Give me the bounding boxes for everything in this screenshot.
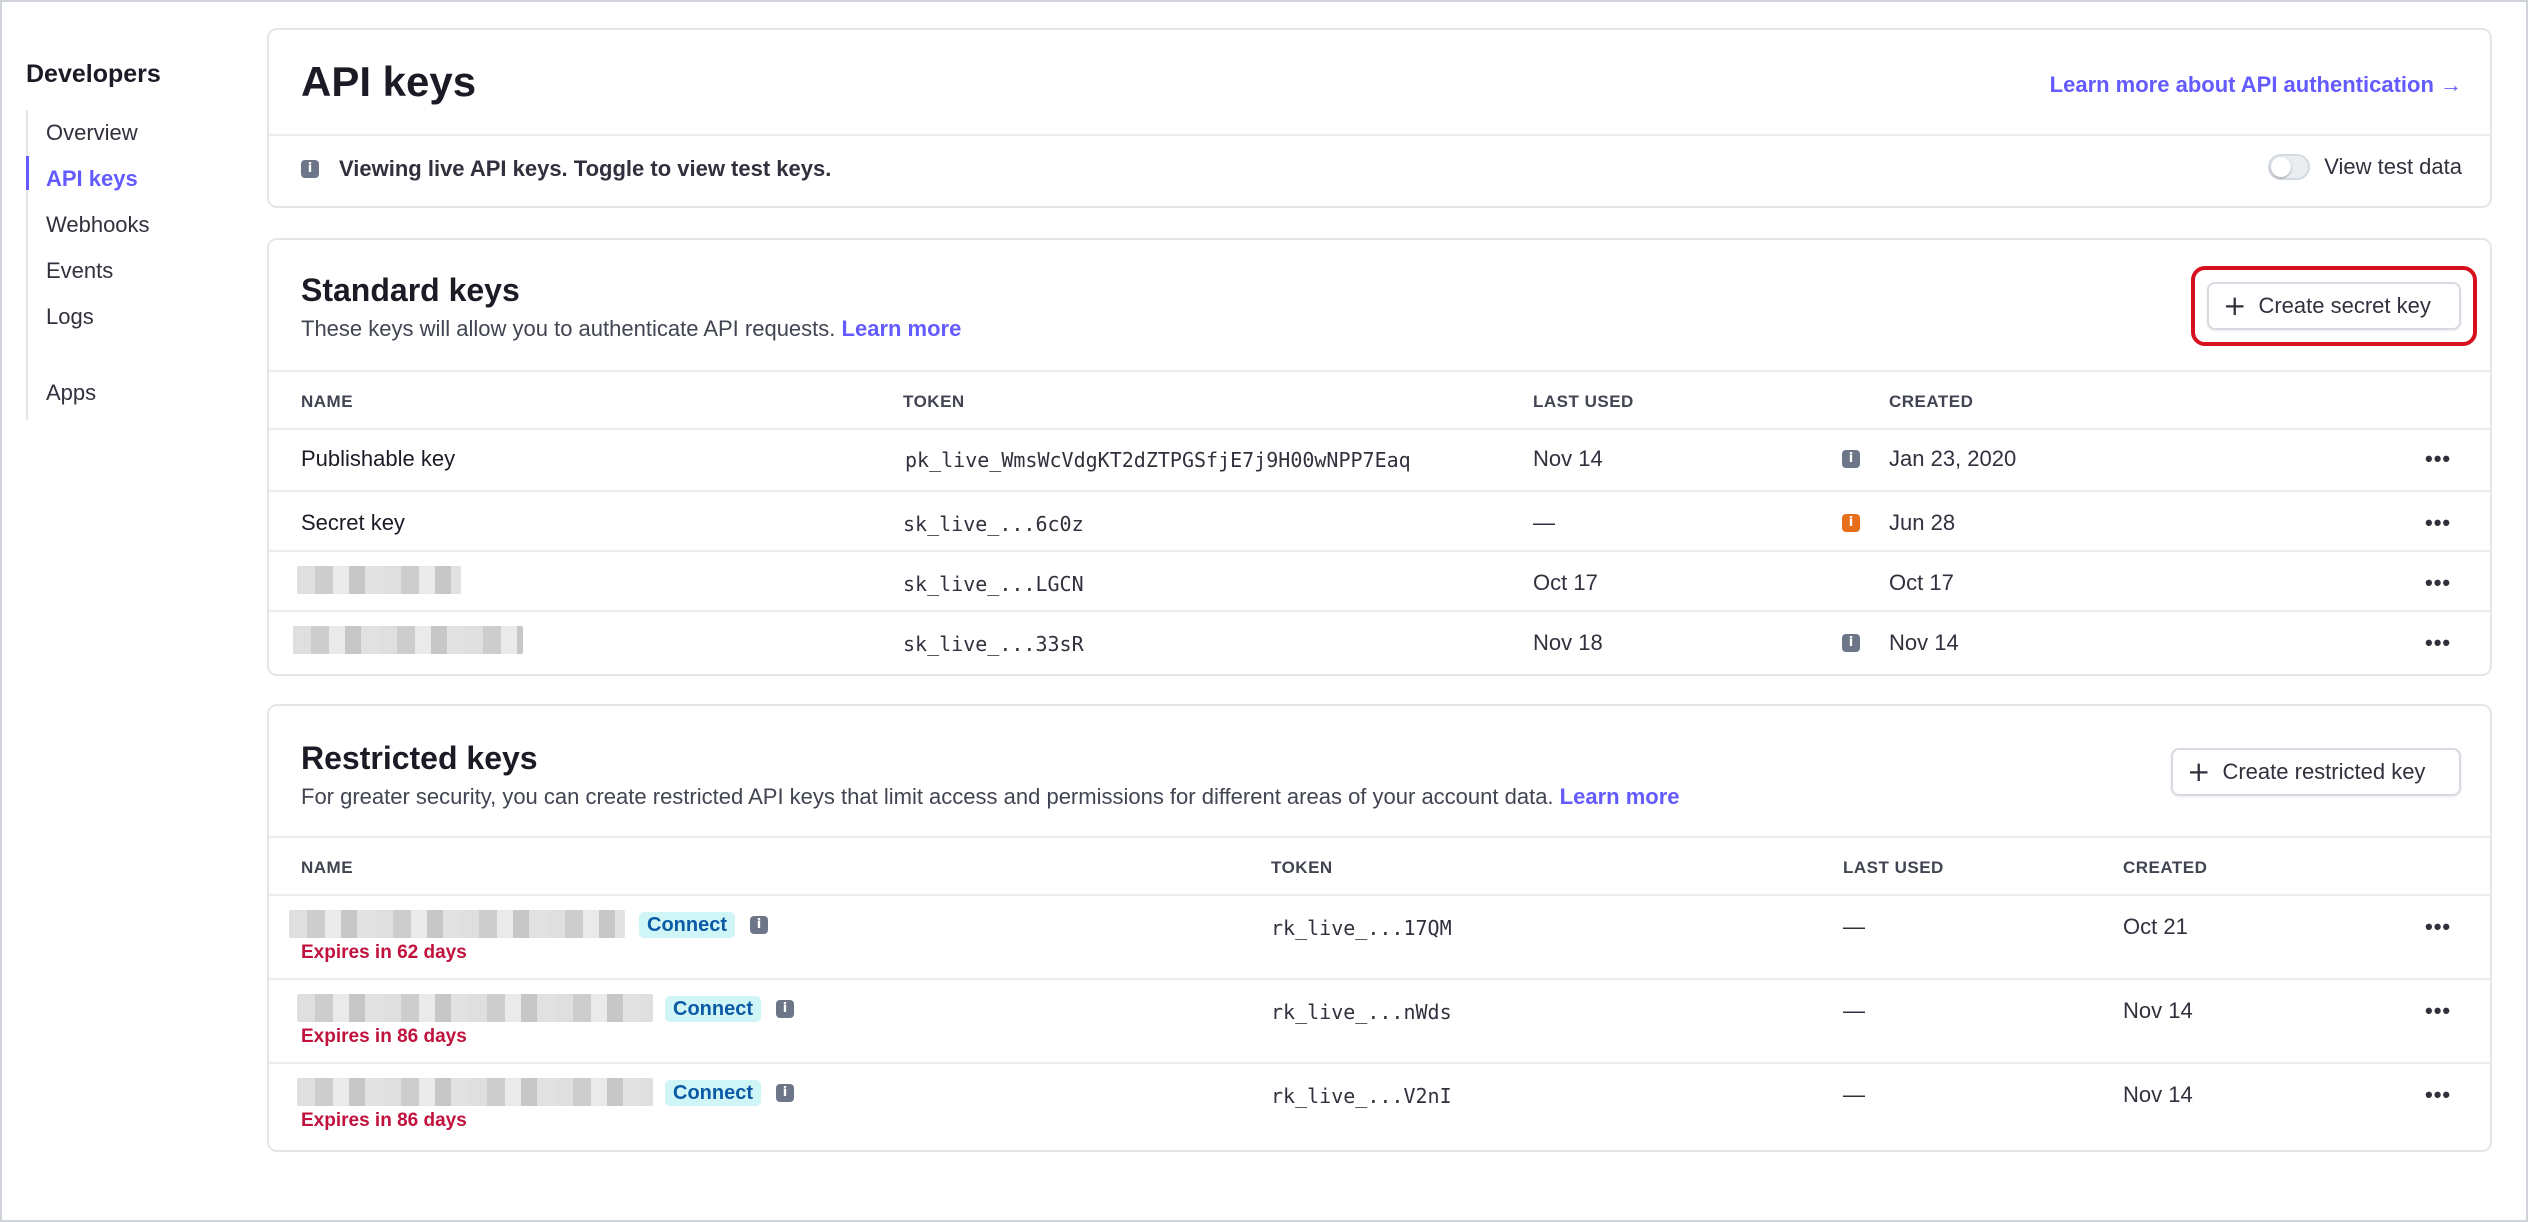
key-token[interactable]: rk_live_...V2nI	[1271, 1084, 1452, 1108]
info-icon[interactable]: i	[776, 1000, 794, 1018]
restricted-keys-title: Restricted keys	[301, 740, 538, 776]
sidebar-item-logs[interactable]: Logs	[46, 294, 246, 340]
key-last-used: —	[1533, 510, 1555, 535]
column-header-created: CREATED	[1889, 392, 1974, 411]
warning-icon[interactable]: i	[1842, 514, 1860, 532]
column-header-last-used: LAST USED	[1843, 858, 1944, 877]
more-options-icon[interactable]: •••	[2425, 1000, 2451, 1022]
more-options-icon[interactable]: •••	[2425, 572, 2451, 594]
key-last-used: Oct 17	[1533, 570, 1598, 595]
key-last-used: —	[1843, 998, 1865, 1023]
sidebar-active-indicator	[26, 156, 29, 190]
key-created: Nov 14	[2123, 1082, 2193, 1107]
redacted-key-name	[293, 626, 523, 654]
app-window: Developers Overview API keys Webhooks Ev…	[0, 0, 2528, 1222]
info-icon[interactable]: i	[1842, 634, 1860, 652]
key-token[interactable]: sk_live_...6c0z	[903, 512, 1084, 536]
column-header-last-used: LAST USED	[1533, 392, 1634, 411]
connect-badge: Connect	[665, 996, 761, 1022]
connect-badge: Connect	[639, 912, 735, 938]
sidebar-item-apps[interactable]: Apps	[46, 370, 246, 416]
standard-keys-title: Standard keys	[301, 272, 520, 308]
key-created: Jun 28	[1889, 510, 1956, 535]
key-created: Nov 14	[2123, 998, 2193, 1023]
connect-badge: Connect	[665, 1080, 761, 1106]
more-options-icon[interactable]: •••	[2425, 448, 2451, 470]
view-test-data-toggle-group: View test data	[2268, 154, 2462, 180]
key-token[interactable]: sk_live_...LGCN	[903, 572, 1084, 596]
redacted-key-name	[297, 1078, 653, 1106]
key-last-used: Nov 18	[1533, 630, 1603, 655]
key-created: Nov 14	[1889, 630, 1959, 655]
info-icon: i	[301, 160, 319, 178]
info-icon[interactable]: i	[750, 916, 768, 934]
key-name: Secret key	[301, 510, 405, 535]
standard-keys-card: Standard keys These keys will allow you …	[267, 238, 2492, 676]
divider	[269, 134, 2490, 136]
redacted-key-name	[297, 994, 653, 1022]
more-options-icon[interactable]: •••	[2425, 1084, 2451, 1106]
plus-icon: +	[2223, 289, 2247, 322]
more-options-icon[interactable]: •••	[2425, 916, 2451, 938]
view-test-data-toggle[interactable]	[2268, 154, 2311, 180]
key-created: Oct 17	[1889, 570, 1954, 595]
key-last-used: —	[1843, 1082, 1865, 1107]
key-token[interactable]: rk_live_...17QM	[1271, 916, 1452, 940]
key-token[interactable]: sk_live_...33sR	[903, 632, 1084, 656]
expires-label: Expires in 62 days	[301, 942, 467, 963]
sidebar-nav: Overview API keys Webhooks Events Logs A…	[26, 110, 246, 420]
create-secret-key-button[interactable]: + Create secret key	[2207, 282, 2461, 330]
key-last-used: —	[1843, 914, 1865, 939]
more-options-icon[interactable]: •••	[2425, 632, 2451, 654]
key-last-used: Nov 14	[1533, 446, 1603, 471]
key-created: Jan 23, 2020	[1889, 446, 2017, 471]
toggle-label: View test data	[2324, 154, 2462, 179]
sidebar-title: Developers	[26, 60, 161, 88]
expires-label: Expires in 86 days	[301, 1110, 467, 1131]
info-icon[interactable]: i	[776, 1084, 794, 1102]
sidebar-item-api-keys[interactable]: API keys	[46, 156, 246, 202]
sidebar-item-events[interactable]: Events	[46, 248, 246, 294]
column-header-name: NAME	[301, 858, 354, 877]
restricted-keys-learn-more-link[interactable]: Learn more	[1560, 784, 1680, 809]
restricted-keys-description: For greater security, you can create res…	[301, 784, 1680, 809]
sidebar-item-webhooks[interactable]: Webhooks	[46, 202, 246, 248]
key-token[interactable]: rk_live_...nWds	[1271, 1000, 1452, 1024]
sidebar: Developers Overview API keys Webhooks Ev…	[26, 54, 246, 420]
column-header-token: TOKEN	[903, 392, 965, 411]
column-header-token: TOKEN	[1271, 858, 1333, 877]
create-restricted-key-button[interactable]: + Create restricted key	[2171, 748, 2461, 796]
key-created: Oct 21	[2123, 914, 2188, 939]
page-title: API keys	[301, 58, 477, 105]
key-token[interactable]: pk_live_WmsWcVdgKT2dZTPGSfjE7j9H00wNPP7E…	[905, 448, 1411, 472]
column-header-name: NAME	[301, 392, 354, 411]
redacted-key-name	[289, 910, 625, 938]
standard-keys-description: These keys will allow you to authenticat…	[301, 316, 962, 341]
key-name: Publishable key	[301, 446, 456, 471]
api-keys-header-card: API keys Learn more about API authentica…	[267, 28, 2492, 208]
plus-icon: +	[2187, 755, 2211, 788]
restricted-keys-card: Restricted keys For greater security, yo…	[267, 704, 2492, 1152]
redacted-key-name	[297, 566, 461, 594]
expires-label: Expires in 86 days	[301, 1026, 467, 1047]
toggle-knob	[2271, 157, 2292, 177]
live-keys-notice: i Viewing live API keys. Toggle to view …	[301, 156, 831, 182]
info-icon[interactable]: i	[1842, 450, 1860, 468]
standard-keys-learn-more-link[interactable]: Learn more	[842, 316, 962, 341]
learn-more-auth-link[interactable]: Learn more about API authentication →	[2050, 72, 2462, 98]
more-options-icon[interactable]: •••	[2425, 512, 2451, 534]
column-header-created: CREATED	[2123, 858, 2208, 877]
sidebar-item-overview[interactable]: Overview	[46, 110, 246, 156]
notice-text: Viewing live API keys. Toggle to view te…	[339, 156, 832, 181]
